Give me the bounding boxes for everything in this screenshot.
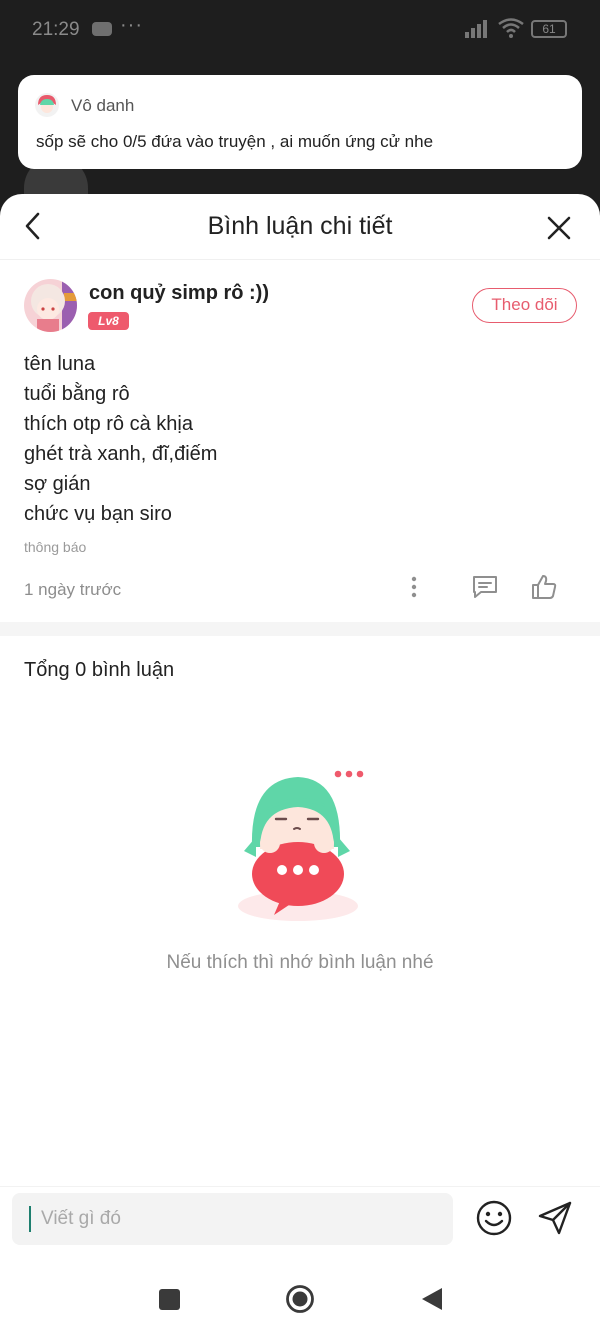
send-icon[interactable]	[536, 1199, 574, 1237]
post-content: tên luna tuổi bằng rô thích otp rô cà kh…	[24, 349, 217, 529]
avatar[interactable]	[24, 279, 77, 332]
post-line: tuổi bằng rô	[24, 383, 130, 405]
avatar-image	[24, 279, 77, 332]
level-badge: Lv8	[88, 312, 129, 330]
comment-detail-sheet: Bình luận chi tiết con quỷ simp rô :)) L…	[0, 194, 600, 1334]
wifi-icon	[498, 18, 524, 38]
notification-app-name: Vô danh	[71, 96, 135, 115]
empty-comments-mascot-icon	[238, 770, 364, 921]
empty-comments-message: Nếu thích thì nhớ bình luận nhé	[166, 952, 434, 973]
post-timestamp: 1 ngày trước	[24, 580, 122, 599]
post-tag[interactable]: thông báo	[24, 539, 86, 555]
home-icon[interactable]	[285, 1284, 315, 1314]
like-icon[interactable]	[530, 573, 558, 601]
nav-back-icon[interactable]	[420, 1286, 444, 1312]
text-caret	[29, 1206, 31, 1232]
more-options-icon[interactable]	[404, 574, 424, 600]
emoji-icon[interactable]	[475, 1199, 513, 1237]
notification-message: sốp sẽ cho 0/5 đứa vào truyện , ai muốn …	[36, 132, 434, 151]
status-time: 21:29	[32, 19, 80, 40]
follow-button[interactable]: Theo dõi	[472, 288, 577, 323]
close-icon[interactable]	[543, 212, 575, 244]
post-line: ghét trà xanh, đĩ,điếm	[24, 443, 218, 465]
section-divider	[0, 622, 600, 636]
status-bar: 21:29 ··· 61	[0, 0, 600, 60]
post-line: chức vụ bạn siro	[24, 503, 172, 525]
page-title: Bình luận chi tiết	[207, 212, 393, 240]
post-line: tên luna	[24, 353, 96, 375]
system-navigation-bar	[0, 1264, 600, 1334]
comment-composer: Viết gì đó	[0, 1186, 600, 1264]
youtube-icon	[92, 22, 112, 36]
author-name[interactable]: con quỷ simp rô :))	[89, 282, 269, 305]
post-line: sợ gián	[24, 473, 91, 495]
sheet-header: Bình luận chi tiết	[0, 194, 600, 260]
notification-banner[interactable]: Vô danh sốp sẽ cho 0/5 đứa vào truyện , …	[18, 75, 582, 169]
comment-input-placeholder: Viết gì đó	[41, 1208, 121, 1229]
battery-icon: 61	[531, 20, 567, 38]
app-logo-icon	[35, 93, 59, 117]
comment-count: Tổng 0 bình luận	[24, 659, 175, 681]
recent-apps-icon[interactable]	[159, 1289, 180, 1310]
signal-icon	[465, 20, 487, 38]
more-notifications-icon: ···	[120, 14, 143, 36]
post-line: thích otp rô cà khịa	[24, 413, 193, 435]
comment-icon[interactable]	[470, 574, 500, 600]
comment-input[interactable]: Viết gì đó	[12, 1193, 453, 1245]
